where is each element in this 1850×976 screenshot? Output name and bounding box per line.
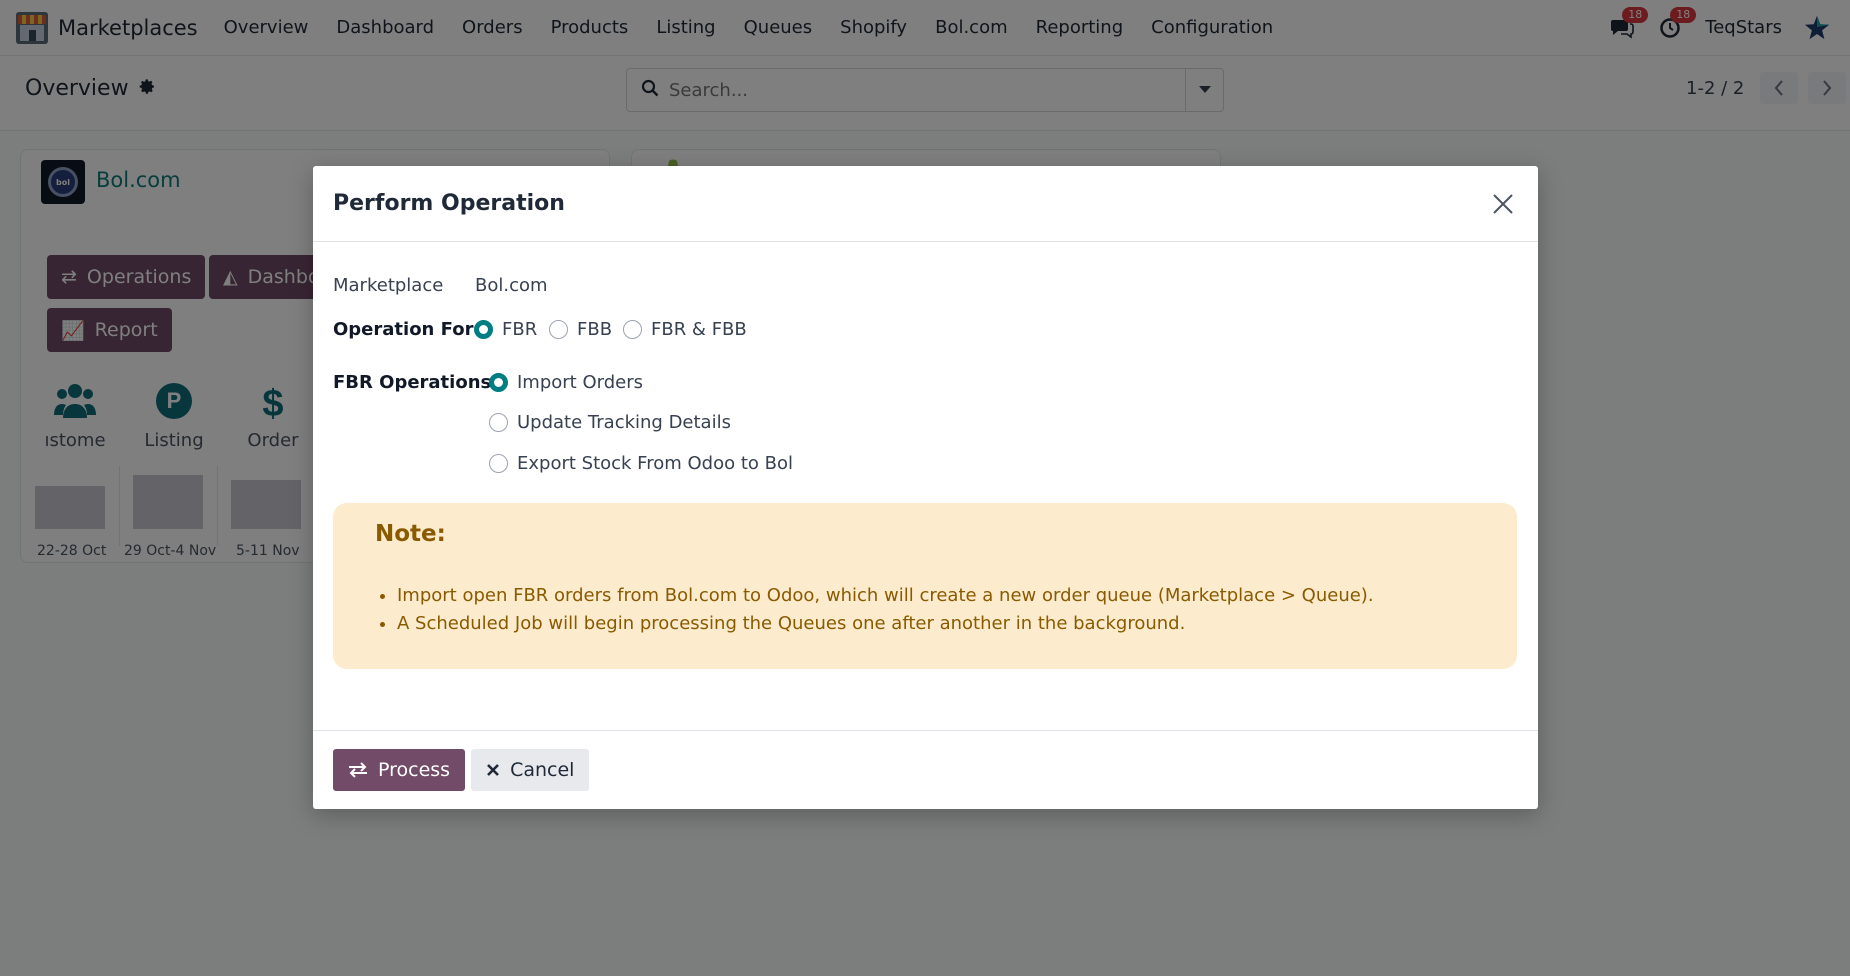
radio-button[interactable]: [623, 320, 642, 339]
note-title: Note:: [375, 521, 446, 547]
note-item: Import open FBR orders from Bol.com to O…: [397, 582, 1374, 610]
dialog-header: Perform Operation: [313, 166, 1538, 242]
radio-import-orders[interactable]: Import Orders: [489, 372, 643, 393]
radio-button-checked[interactable]: [474, 320, 493, 339]
exchange-icon: [349, 762, 367, 778]
close-icon[interactable]: [1488, 189, 1518, 219]
process-button[interactable]: Process: [333, 749, 466, 791]
radio-button[interactable]: [489, 413, 508, 432]
radio-button-checked[interactable]: [489, 373, 508, 392]
radio-update-tracking[interactable]: Update Tracking Details: [489, 412, 731, 433]
note-item: A Scheduled Job will begin processing th…: [397, 610, 1374, 638]
note-box: Note: Import open FBR orders from Bol.co…: [333, 503, 1517, 669]
radio-fbb[interactable]: FBB: [549, 319, 612, 340]
cancel-button[interactable]: Cancel: [471, 749, 590, 791]
note-list: Import open FBR orders from Bol.com to O…: [397, 582, 1374, 638]
fbr-operations-label: FBR Operations: [333, 372, 492, 393]
marketplace-value: Bol.com: [475, 275, 548, 296]
dialog-title: Perform Operation: [333, 191, 565, 216]
perform-operation-dialog: Perform Operation Marketplace Bol.com Op…: [313, 166, 1538, 809]
operation-for-label: Operation For: [333, 319, 474, 340]
radio-button[interactable]: [489, 454, 508, 473]
radio-fbr[interactable]: FBR: [474, 319, 537, 340]
times-icon: [487, 764, 499, 776]
radio-export-stock[interactable]: Export Stock From Odoo to Bol: [489, 453, 793, 474]
radio-fbr-fbb[interactable]: FBR & FBB: [623, 319, 747, 340]
radio-button[interactable]: [549, 320, 568, 339]
dialog-body: Marketplace Bol.com Operation For FBR FB…: [313, 242, 1538, 730]
marketplace-label: Marketplace: [333, 275, 444, 296]
dialog-footer: Process Cancel: [313, 730, 1538, 809]
